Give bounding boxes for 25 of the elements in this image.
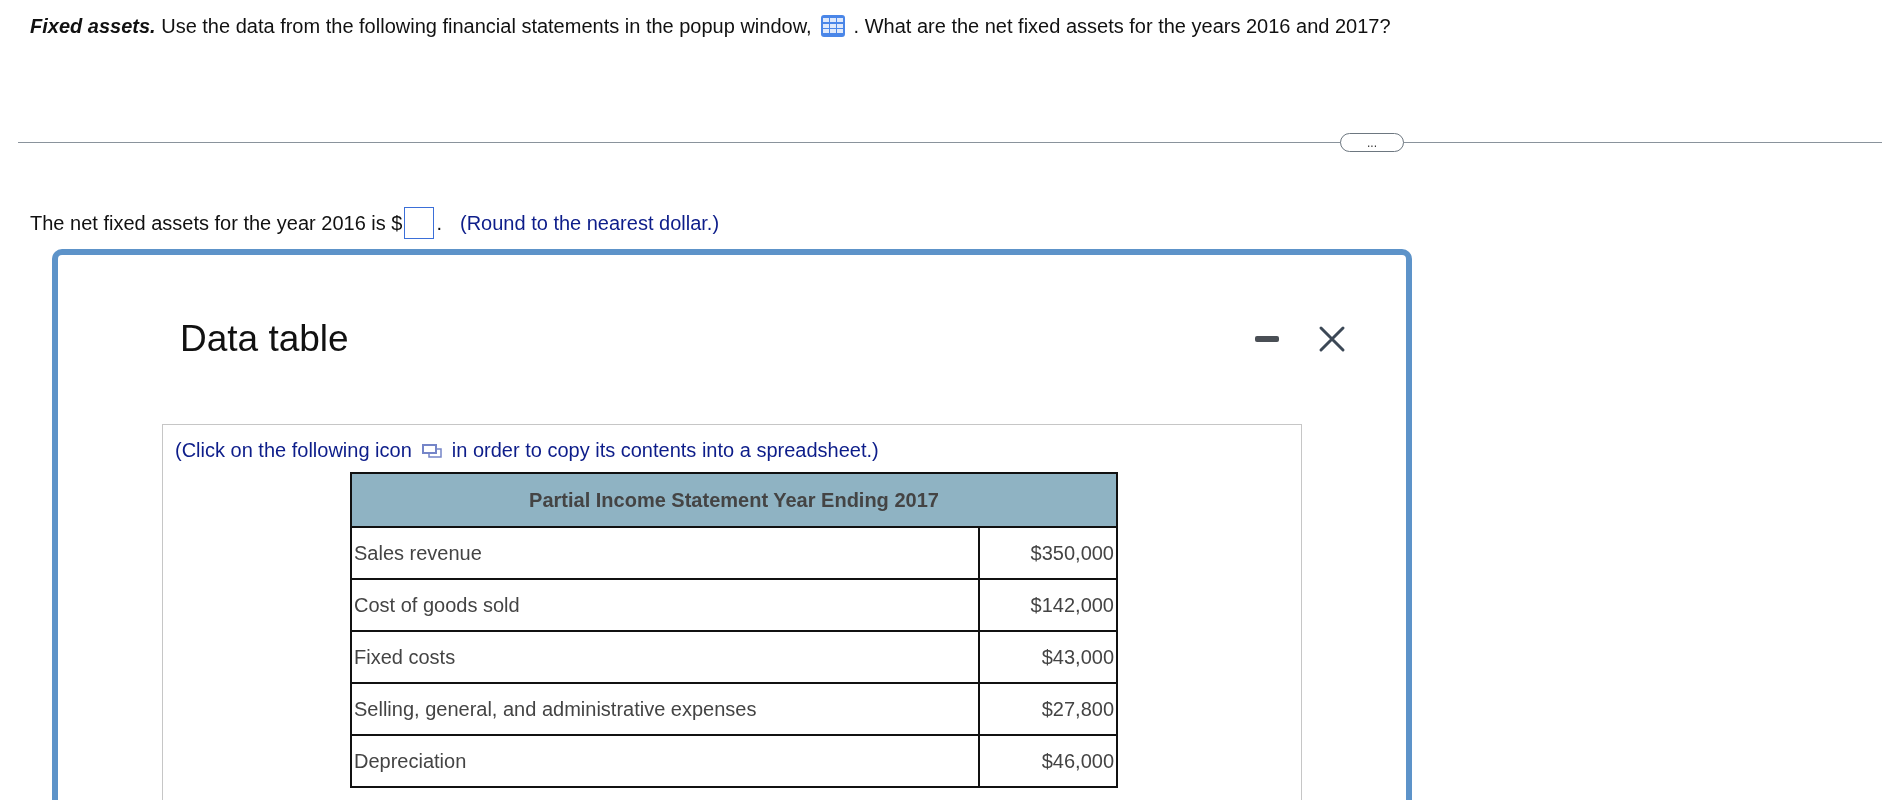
answer-field[interactable]	[404, 207, 435, 239]
answer-prompt: The net fixed assets for the year 2016 is $	[30, 211, 403, 235]
table-cell: $142,000	[979, 579, 1117, 631]
minimize-icon[interactable]	[1254, 334, 1280, 344]
question-text: Fixed assets. Use the data from the following financial statements in the popup window,	[30, 14, 812, 38]
copy-icon[interactable]	[421, 442, 442, 459]
question-text: . What are the net fixed assets for the years 2016 and 2017?	[853, 14, 1391, 38]
table-cell: Sales revenue	[351, 527, 980, 579]
more-button[interactable]: ...	[1340, 133, 1404, 152]
table-heading: Partial Income Statement Year Ending 2017	[351, 473, 1117, 527]
table-cell: $43,000	[979, 631, 1117, 683]
copy-instruction: (Click on the following icon	[175, 439, 412, 462]
period-text: .	[436, 211, 442, 235]
popup-title: Data table	[180, 318, 349, 360]
copy-instruction: in order to copy its contents into a spreadsheet.)	[451, 439, 879, 462]
rounding-hint: (Round to the nearest dollar.)	[460, 211, 720, 235]
table-cell: $27,800	[979, 683, 1117, 735]
table-cell: Fixed costs	[351, 631, 980, 683]
table-icon[interactable]	[819, 14, 846, 38]
table-cell: $46,000	[979, 735, 1117, 787]
table-cell: Cost of goods sold	[351, 579, 980, 631]
close-icon[interactable]	[1318, 325, 1346, 353]
table-cell: Depreciation	[351, 735, 980, 787]
table-cell: $350,000	[979, 527, 1117, 579]
table-cell: Selling, general, and administrative expenses	[351, 683, 980, 735]
